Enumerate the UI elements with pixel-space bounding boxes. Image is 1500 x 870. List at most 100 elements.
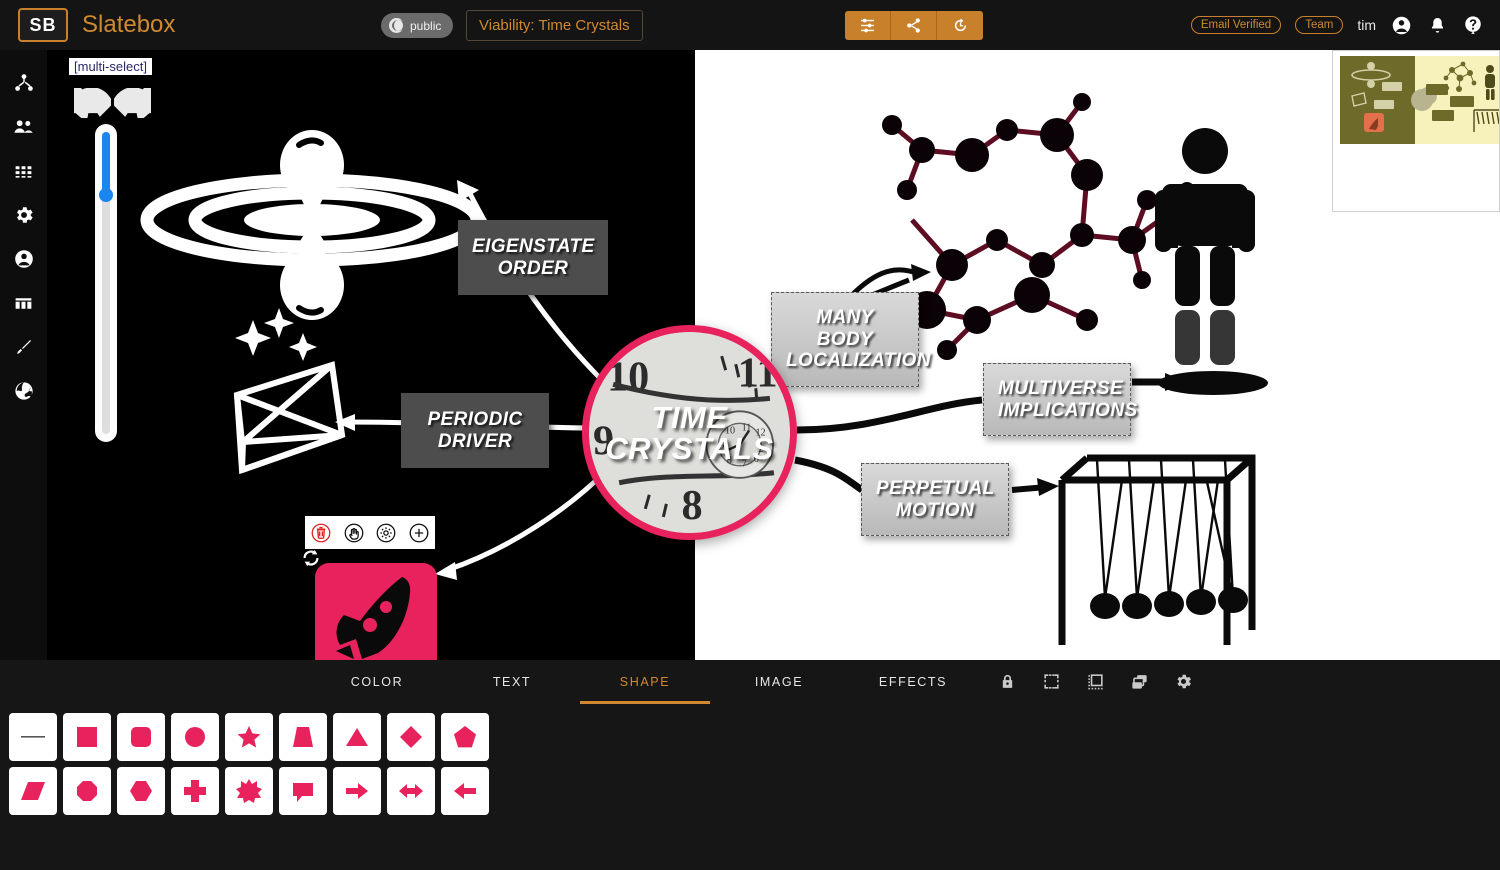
account-icon[interactable] [1390,14,1412,36]
tab-effects-label: EFFECTS [878,675,948,689]
shape-rounded-square[interactable] [114,710,168,764]
panel-tool-icons [995,669,1195,693]
sidebar-item-columns[interactable] [11,290,37,316]
properties-panel: COLOR TEXT SHAPE IMAGE EFFECTS [0,660,1500,870]
zoom-slider[interactable] [95,124,117,442]
tab-shape[interactable]: SHAPE [580,660,710,704]
node-perpetual-line1: PERPETUAL [876,478,995,499]
node-time-crystals[interactable]: 10 9 8 11 10 11 12 9 2 8 7 6 TIME CRYSTA… [582,325,797,540]
brand-title: Slatebox [82,11,176,38]
shape-burst[interactable] [222,764,276,818]
node-eigenstate-line1: EIGENSTATE [472,236,595,257]
email-verified-badge: Email Verified [1190,16,1282,34]
shape-double-arrow[interactable] [384,764,438,818]
select-all-icon[interactable] [1039,669,1063,693]
shape-triangle[interactable] [330,710,384,764]
sidebar-item-account[interactable] [11,246,37,272]
tab-image-label: IMAGE [754,675,804,689]
center-line2: CRYSTALS [605,430,774,466]
shape-parallelogram[interactable] [6,764,60,818]
shape-trapezoid[interactable] [276,710,330,764]
undo-button[interactable] [68,74,114,123]
zoom-fill [102,132,110,194]
visibility-badge[interactable]: public [381,13,454,38]
node-rocket[interactable] [315,563,437,660]
shape-hexagon[interactable] [114,764,168,818]
border-icon[interactable] [1083,669,1107,693]
document-title-text: Viability: Time Crystals [479,17,630,34]
globe-icon [389,18,405,33]
node-multiverse-line1: MULTIVERSE [998,378,1124,399]
shape-diamond[interactable] [384,710,438,764]
duplicate-icon[interactable] [1127,669,1151,693]
canvas[interactable]: [multi-select] EIGENSTATE ORDER PERIODIC… [47,50,1500,660]
node-eigenstate-line2: ORDER [497,257,569,279]
tab-color-label: COLOR [350,675,404,689]
board-settings-icon[interactable] [845,11,891,40]
rocket-graphic [336,577,411,659]
lock-icon[interactable] [995,669,1019,693]
header-right: Email Verified Team tim [1190,0,1484,50]
shape-arrow-left[interactable] [438,764,492,818]
visibility-label: public [410,18,442,33]
sidebar-item-brush[interactable] [11,334,37,360]
redo-button[interactable] [111,74,157,123]
tab-shape-label: SHAPE [619,675,671,689]
gear-icon[interactable] [374,520,399,545]
sidebar-item-globe[interactable] [11,378,37,404]
shape-pentagon[interactable] [438,710,492,764]
username-label: tim [1357,17,1376,33]
tab-effects[interactable]: EFFECTS [848,660,978,704]
shape-square[interactable] [60,710,114,764]
delete-icon[interactable] [309,520,334,545]
logo-text: SB [29,14,57,35]
notifications-icon[interactable] [1426,14,1448,36]
node-time-crystals-label: TIME CRYSTALS [605,402,773,464]
shape-star[interactable] [222,710,276,764]
shape-cross[interactable] [168,764,222,818]
minimap[interactable] [1332,50,1500,212]
app-root: SB Slatebox public Viability: Time Cryst… [0,0,1500,870]
node-periodic[interactable]: PERIODIC DRIVER [401,393,549,469]
shape-arrow-right[interactable] [330,764,384,818]
sidebar-item-hierarchy[interactable] [11,70,37,96]
share-icon[interactable] [891,11,937,40]
node-eigenstate[interactable]: EIGENSTATE ORDER [458,220,608,296]
selection-toolbar [305,516,435,549]
node-periodic-line1: PERIODIC [427,409,523,430]
shape-line[interactable] [6,710,60,764]
shape-palette [6,710,492,818]
node-manybody-line1: MANY BODY [816,307,874,350]
sidebar-item-people[interactable] [11,114,37,140]
node-manybody[interactable]: MANY BODY LOCALIZATION [771,292,931,387]
document-title[interactable]: Viability: Time Crystals [466,10,643,41]
sidebar-item-settings[interactable] [11,202,37,228]
svg-text:8: 8 [681,482,702,529]
mode-label: [multi-select] [69,58,152,75]
minimap-content [1351,61,1499,132]
node-multiverse[interactable]: MULTIVERSE IMPLICATIONS [983,363,1138,437]
tab-image[interactable]: IMAGE [714,660,844,704]
shape-octagon[interactable] [60,764,114,818]
node-periodic-line2: DRIVER [437,430,513,452]
node-manybody-line2: LOCALIZATION [786,350,931,372]
zoom-knob[interactable] [99,188,113,202]
node-perpetual[interactable]: PERPETUAL MOTION [861,463,1009,537]
history-icon[interactable] [937,11,983,40]
tab-text[interactable]: TEXT [447,660,577,704]
tab-color[interactable]: COLOR [312,660,442,704]
gear-icon[interactable] [1171,669,1195,693]
add-icon[interactable] [406,520,431,545]
app-header: SB Slatebox public Viability: Time Cryst… [0,0,1500,50]
help-icon[interactable] [1462,14,1484,36]
left-sidebar [0,50,47,660]
shape-speech-bubble[interactable] [276,764,330,818]
app-logo[interactable]: SB [18,8,68,42]
hand-icon[interactable] [341,520,366,545]
shape-circle[interactable] [168,710,222,764]
node-multiverse-line2: IMPLICATIONS [998,399,1138,421]
sidebar-item-grid[interactable] [11,158,37,184]
node-perpetual-line2: MOTION [895,499,975,521]
team-badge: Team [1295,16,1344,34]
rotate-handle[interactable] [300,547,322,574]
